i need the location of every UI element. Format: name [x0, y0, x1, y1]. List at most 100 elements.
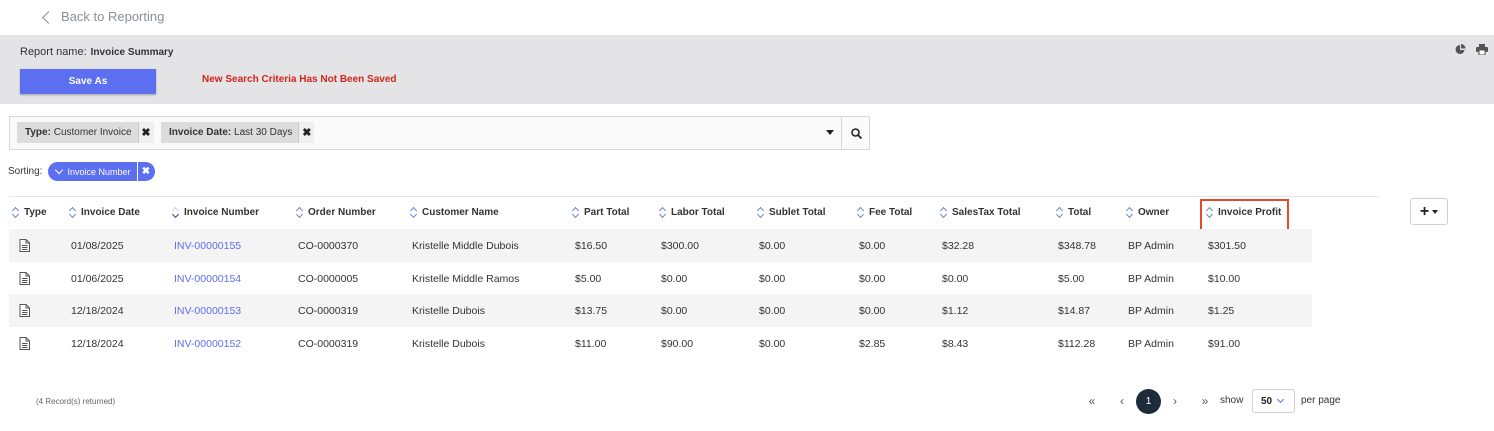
- column-header-label: SalesTax Total: [952, 207, 1021, 218]
- labor-total-cell: $90.00: [661, 337, 694, 350]
- invoice-profit-cell: $91.00: [1208, 337, 1241, 350]
- customer-name-cell: Kristelle Dubois: [412, 337, 485, 350]
- column-header-label: Fee Total: [869, 207, 913, 218]
- order-number-cell: CO-0000370: [298, 239, 359, 252]
- fee-total-cell: $2.85: [859, 337, 886, 350]
- invoice-number-link[interactable]: INV-00000155: [174, 229, 241, 262]
- chevron-down-icon: [1277, 395, 1285, 404]
- total-cell: $112.28: [1058, 337, 1096, 350]
- per-page-value: 50: [1261, 395, 1273, 407]
- table-row: 01/06/2025 INV-00000154 CO-0000005 Krist…: [9, 262, 1312, 295]
- invoice-number-link[interactable]: INV-00000153: [174, 294, 241, 327]
- sort-icon: [1056, 207, 1063, 218]
- invoice-profit-highlight: [1200, 199, 1289, 231]
- salestax-total-cell: $0.00: [942, 272, 969, 285]
- last-page-button[interactable]: »: [1196, 389, 1214, 413]
- sort-icon: [857, 207, 864, 218]
- table-row: 12/18/2024 INV-00000152 CO-0000319 Krist…: [9, 327, 1312, 360]
- part-total-cell: $13.75: [575, 304, 608, 317]
- records-returned: (4 Record(s) returned): [36, 397, 116, 406]
- column-header-owner[interactable]: Owner: [1126, 207, 1169, 218]
- sort-icon: [757, 207, 764, 218]
- type-cell: [19, 294, 30, 327]
- labor-total-cell: $0.00: [661, 304, 688, 317]
- labor-total-cell: $0.00: [661, 272, 688, 285]
- total-cell: $348.78: [1058, 239, 1096, 252]
- document-icon[interactable]: [19, 304, 30, 317]
- sort-desc-icon: [172, 207, 179, 218]
- column-header-label: Invoice Number: [184, 207, 260, 218]
- report-header-panel: Report name: Invoice Summary Save As New …: [0, 35, 1494, 104]
- column-header-label: Order Number: [308, 207, 376, 218]
- type-cell: [19, 327, 30, 360]
- invoice-profit-cell: $1.25: [1208, 304, 1235, 317]
- add-column-button[interactable]: +: [1410, 198, 1448, 225]
- customer-name-cell: Kristelle Middle Dubois: [412, 239, 519, 252]
- document-icon[interactable]: [19, 239, 30, 252]
- back-to-reporting-link[interactable]: Back to Reporting: [42, 9, 164, 24]
- search-button[interactable]: [841, 116, 871, 150]
- sorting-label: Sorting:: [8, 166, 43, 177]
- report-name: Report name: Invoice Summary: [20, 46, 173, 58]
- sort-field-label: Invoice Number: [67, 166, 131, 177]
- next-page-button[interactable]: ›: [1166, 389, 1184, 413]
- customer-name-cell: Kristelle Middle Ramos: [412, 272, 520, 285]
- column-header-labor-total[interactable]: Labor Total: [659, 207, 725, 218]
- column-header-label: Customer Name: [422, 207, 499, 218]
- print-icon[interactable]: [1476, 44, 1488, 55]
- filter-key: Type:: [25, 127, 51, 138]
- part-total-cell: $11.00: [575, 337, 607, 350]
- column-header-sublet-total[interactable]: Sublet Total: [757, 207, 825, 218]
- show-label: show: [1220, 395, 1244, 406]
- customer-name-cell: Kristelle Dubois: [412, 304, 485, 317]
- column-header-fee-total[interactable]: Fee Total: [857, 207, 912, 218]
- sort-icon: [12, 207, 19, 218]
- remove-sort-icon[interactable]: ✖: [136, 162, 155, 181]
- salestax-total-cell: $1.12: [942, 304, 969, 317]
- filter-dropdown-caret-icon[interactable]: [826, 130, 834, 135]
- column-header-invoice-date[interactable]: Invoice Date: [69, 207, 140, 218]
- sort-icon: [659, 207, 666, 218]
- column-header-type[interactable]: Type: [12, 207, 47, 218]
- column-header-total[interactable]: Total: [1056, 207, 1091, 218]
- salestax-total-cell: $8.43: [942, 337, 969, 350]
- column-header-label: Total: [1068, 207, 1092, 218]
- per-page-select[interactable]: 50: [1252, 389, 1295, 413]
- report-name-value: Invoice Summary: [90, 47, 174, 58]
- column-header-label: Owner: [1138, 207, 1170, 218]
- filter-value: Customer Invoice: [53, 127, 132, 138]
- filter-key: Invoice Date:: [169, 127, 232, 138]
- remove-filter-icon[interactable]: ✖: [298, 122, 315, 143]
- total-cell: $14.87: [1058, 304, 1091, 317]
- current-page-button[interactable]: 1: [1136, 389, 1161, 414]
- column-header-part-total[interactable]: Part Total: [572, 207, 629, 218]
- invoice-number-link[interactable]: INV-00000152: [174, 327, 241, 360]
- column-header-order-number[interactable]: Order Number: [296, 207, 376, 218]
- document-icon[interactable]: [19, 272, 30, 285]
- document-icon[interactable]: [19, 337, 30, 350]
- salestax-total-cell: $32.28: [942, 239, 975, 252]
- column-header-label: Sublet Total: [769, 207, 826, 218]
- filter-bar[interactable]: Type: Customer Invoice ✖ Invoice Date: L…: [9, 116, 870, 150]
- column-header-label: Labor Total: [671, 207, 725, 218]
- sort-pill-invoice-number[interactable]: Invoice Number ✖: [48, 162, 155, 181]
- plus-icon: +: [1419, 202, 1430, 220]
- pie-chart-icon[interactable]: [1455, 44, 1466, 55]
- sublet-total-cell: $0.00: [759, 272, 786, 285]
- remove-filter-icon[interactable]: ✖: [137, 122, 154, 143]
- column-header-label: Type: [24, 207, 47, 218]
- prev-page-button[interactable]: ‹: [1113, 389, 1131, 413]
- column-header-invoice-number[interactable]: Invoice Number: [172, 207, 259, 218]
- save-as-button[interactable]: Save As: [20, 69, 156, 94]
- invoice-number-link[interactable]: INV-00000154: [174, 262, 241, 295]
- chevron-left-icon: [42, 10, 55, 24]
- column-header-customer-name[interactable]: Customer Name: [410, 207, 499, 218]
- first-page-button[interactable]: «: [1083, 389, 1101, 413]
- part-total-cell: $16.50: [575, 239, 608, 252]
- table-top-divider: [9, 196, 1379, 197]
- filter-chip-invoice-date: Invoice Date: Last 30 Days ✖: [161, 122, 315, 143]
- unsaved-warning: New Search Criteria Has Not Been Saved: [202, 74, 397, 85]
- owner-cell: BP Admin: [1128, 272, 1174, 285]
- total-cell: $5.00: [1058, 272, 1085, 285]
- column-header-salestax-total[interactable]: SalesTax Total: [940, 207, 1021, 218]
